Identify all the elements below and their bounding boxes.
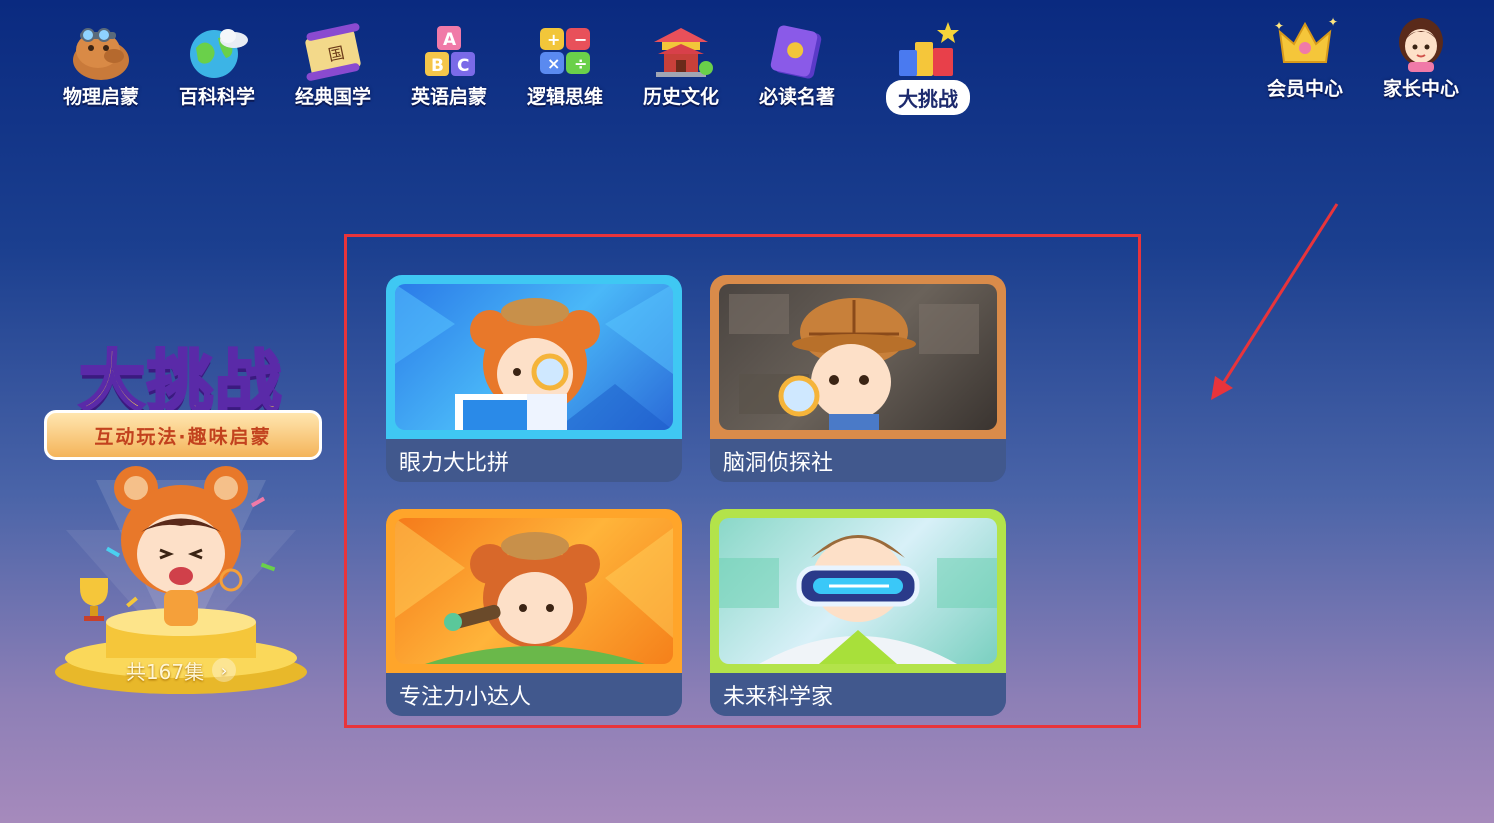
card-title: 脑洞侦探社 [710, 439, 1006, 482]
nav-item-label: 逻辑思维 [526, 86, 603, 108]
promo-subtitle: 互动玩法·趣味启蒙 [44, 410, 322, 460]
top-nav: 物理启蒙 百科科学 国 经典国学 A B C 英语启蒙 + − × ÷ 逻辑思维… [0, 0, 1494, 130]
nav-item-label: 经典国学 [294, 86, 371, 108]
detective-boy-magnifier-image [719, 284, 997, 430]
nav-item-english[interactable]: A B C 英语启蒙 [394, 20, 504, 112]
puzzle-icon: + − × ÷ [530, 20, 600, 82]
abc-blocks-icon: A B C [414, 20, 484, 82]
card-title: 专注力小达人 [386, 673, 682, 716]
nav-item-history[interactable]: 历史文化 [626, 20, 736, 112]
card-thumbnail-frame [710, 275, 1006, 439]
svg-text:B: B [431, 56, 444, 76]
svg-text:A: A [443, 30, 457, 50]
episode-count-button[interactable]: 共167集 › [116, 652, 246, 688]
svg-text:×: × [547, 54, 560, 73]
detective-bear-magnifier-image [395, 284, 673, 430]
nav-item-label: 家长中心 [1382, 78, 1459, 100]
card-thumbnail-frame [710, 509, 1006, 673]
svg-text:✦: ✦ [1274, 19, 1284, 33]
nav-item-label: 百科科学 [178, 86, 255, 108]
detective-bear-telescope-image [395, 518, 673, 664]
card-future-scientist[interactable]: 未来科学家 [710, 509, 1006, 716]
nav-item-label: 必读名著 [758, 86, 835, 108]
card-thumbnail-frame [386, 275, 682, 439]
blocks-star-icon [893, 18, 963, 80]
svg-text:÷: ÷ [574, 54, 587, 73]
nav-item-label: 历史文化 [642, 86, 719, 108]
crown-icon: ✦ ✦ [1270, 12, 1340, 74]
nav-item-encyclopedia[interactable]: 百科科学 [162, 20, 272, 112]
card-title: 眼力大比拼 [386, 439, 682, 482]
card-detective-club[interactable]: 脑洞侦探社 [710, 275, 1006, 482]
capybara-icon [66, 20, 136, 82]
card-focus-master[interactable]: 专注力小达人 [386, 509, 682, 716]
annotation-arrow-icon [1211, 203, 1339, 400]
svg-text:+: + [547, 30, 560, 49]
nav-item-label: 大挑战 [886, 80, 970, 115]
globe-icon [182, 20, 252, 82]
nav-item-logic[interactable]: + − × ÷ 逻辑思维 [510, 20, 620, 112]
promo-title-badge: 大挑战 互动玩法·趣味启蒙 [36, 310, 326, 470]
scientist-vr-goggles-image [719, 518, 997, 664]
nav-item-must-read[interactable]: 必读名著 [742, 20, 852, 112]
card-title: 未来科学家 [710, 673, 1006, 716]
svg-text:✦: ✦ [1328, 15, 1338, 29]
nav-item-classics[interactable]: 国 经典国学 [278, 20, 388, 112]
book-icon [762, 20, 832, 82]
episode-count-label: 共167集 [125, 659, 205, 684]
card-thumbnail-frame [386, 509, 682, 673]
nav-member-center[interactable]: ✦ ✦ 会员中心 [1250, 12, 1360, 104]
nav-item-label: 英语启蒙 [410, 86, 487, 108]
scroll-icon: 国 [298, 20, 368, 82]
nav-item-label: 会员中心 [1266, 78, 1343, 100]
nav-item-physics[interactable]: 物理启蒙 [46, 20, 156, 112]
chevron-right-icon: › [212, 658, 237, 682]
svg-text:C: C [457, 56, 469, 76]
card-eyesight-challenge[interactable]: 眼力大比拼 [386, 275, 682, 482]
nav-item-label: 物理启蒙 [62, 86, 139, 108]
parent-avatar-icon [1386, 12, 1456, 74]
svg-text:−: − [574, 30, 587, 49]
nav-parent-center[interactable]: 家长中心 [1366, 12, 1476, 104]
challenge-promo-banner[interactable]: 大挑战 互动玩法·趣味启蒙 共167集 › [36, 300, 331, 700]
nav-item-challenge[interactable]: 大挑战 [873, 18, 983, 115]
temple-icon [646, 20, 716, 82]
